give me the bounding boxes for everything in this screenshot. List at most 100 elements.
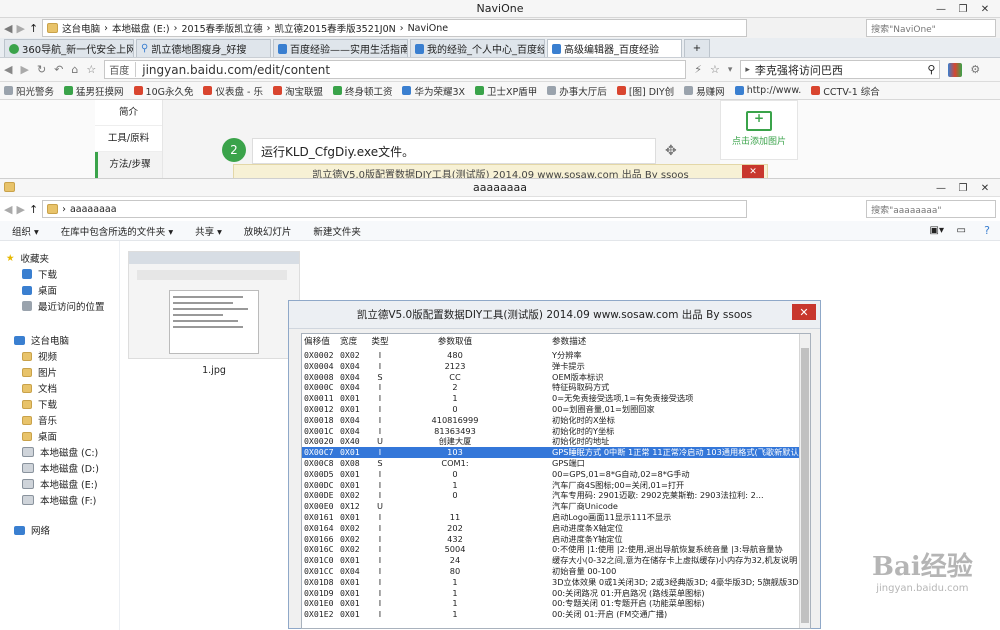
up-icon[interactable]: ↑ <box>29 22 38 35</box>
breadcrumb-4[interactable]: NaviOne <box>408 23 449 34</box>
table-row[interactable]: 0X0161 0X01 I 11 启动Logo画面11显示111不显示 <box>302 512 810 523</box>
back-icon[interactable]: ◀ <box>4 203 12 216</box>
new-folder-button[interactable]: 新建文件夹 <box>313 224 361 238</box>
bookmark-item[interactable]: 易赚网 <box>684 84 725 98</box>
nav-music[interactable]: 音乐 <box>0 412 119 428</box>
undo-icon[interactable]: ↶ <box>54 63 63 76</box>
background-dialog-close[interactable]: ✕ <box>742 165 764 179</box>
nav-drive-f[interactable]: 本地磁盘 (F:) <box>0 492 119 508</box>
table-row[interactable]: 0X01D9 0X01 I 1 00:关闭路况 01:开启路况 (路线菜单图标) <box>302 588 810 599</box>
table-row[interactable]: 0X0002 0X02 I 480 Y分辨率 <box>302 350 810 361</box>
dialog-close-button[interactable]: ✕ <box>792 304 816 320</box>
table-row[interactable]: 0X00C8 0X08 S COM1: GPS端口 <box>302 458 810 469</box>
nav-drive-c[interactable]: 本地磁盘 (C:) <box>0 444 119 460</box>
restore-button[interactable]: ❐ <box>952 180 974 196</box>
bookmark-item[interactable]: 淘宝联盟 <box>272 84 323 98</box>
table-row[interactable]: 0X0166 0X02 I 432 启动进度条Y轴定位 <box>302 534 810 545</box>
table-row[interactable]: 0X0164 0X02 I 202 启动进度条X轴定位 <box>302 523 810 534</box>
nav-drive-d[interactable]: 本地磁盘 (D:) <box>0 460 119 476</box>
favorites-icon[interactable]: ☆ <box>86 63 96 76</box>
preview-pane-icon[interactable]: ▭ <box>957 225 966 236</box>
tab-editor[interactable]: 高级编辑器_百度经验 <box>547 39 682 57</box>
breadcrumb-1[interactable]: 本地磁盘 (E:) <box>112 21 170 35</box>
vertical-scrollbar[interactable] <box>799 334 810 628</box>
home-icon[interactable]: ⌂ <box>71 63 78 76</box>
file-item[interactable]: 1.jpg <box>128 251 300 379</box>
tab-360[interactable]: 360导航_新一代安全上网导 <box>4 39 134 57</box>
bookmark-item[interactable]: 10G永久免 <box>133 84 193 98</box>
nav-documents[interactable]: 文档 <box>0 380 119 396</box>
close-button[interactable]: ✕ <box>974 1 996 17</box>
tab-baidu-jingyan[interactable]: 百度经验——实用生活指南 <box>273 39 408 57</box>
col-type[interactable]: 类型 <box>370 334 390 350</box>
step-text-input[interactable]: 运行KLD_CfgDiy.exe文件。 <box>252 138 656 164</box>
tab-haosou[interactable]: ⚲ 凯立德地图瘦身_好搜 <box>136 39 271 57</box>
nav-network[interactable]: 网络 <box>0 522 119 538</box>
back-icon[interactable]: ◀ <box>4 22 12 35</box>
scrollbar-thumb[interactable] <box>801 348 809 623</box>
nav-this-pc[interactable]: 这台电脑 <box>0 332 119 348</box>
nav-recent[interactable]: 最近访问的位置 <box>0 298 119 314</box>
breadcrumb-0[interactable]: 这台电脑 <box>62 21 100 35</box>
table-row[interactable]: 0X00D5 0X01 I 0 00=GPS,01=8*G自动,02=8*G手动 <box>302 469 810 480</box>
bookmark-item[interactable]: 办事大厅后 <box>547 84 607 98</box>
nav-downloads[interactable]: 下载 <box>0 266 119 282</box>
bookmark-item[interactable]: 猛男狂摸网 <box>64 84 124 98</box>
table-row[interactable]: 0X016C 0X02 I 5004 0:不使用 |1:使用 |2:使用,退出导航恢复系… <box>302 544 810 555</box>
help-icon[interactable]: ? <box>984 224 990 237</box>
bookmark-item[interactable]: CCTV-1 综合 <box>811 84 880 98</box>
lightning-icon[interactable]: ⚡ <box>694 63 702 76</box>
table-row[interactable]: 0X00C7 0X01 I 103 GPS睡眠方式 0中断 1正常 11正常冷启动 10… <box>302 447 810 458</box>
restore-button[interactable]: ❐ <box>952 1 974 17</box>
menu-tools[interactable]: 工具/原料 <box>95 126 162 152</box>
move-handle-icon[interactable]: ✥ <box>665 143 677 159</box>
table-row[interactable]: 0X00DE 0X02 I 0 汽车专用码: 2901迈歌: 2902克莱斯勒: 290… <box>302 490 810 501</box>
col-width[interactable]: 宽度 <box>340 334 370 350</box>
table-row[interactable]: 0X0012 0X01 I 0 00=划圈音量,01=划圈回家 <box>302 404 810 415</box>
col-value[interactable]: 参数取值 <box>390 334 520 350</box>
minimize-button[interactable]: — <box>930 180 952 196</box>
table-row[interactable]: 0X00DC 0X01 I 1 汽车厂商4S图标;00=关闭,01=打开 <box>302 480 810 491</box>
organize-menu[interactable]: 组织 ▾ <box>12 224 39 238</box>
bookmark-item[interactable]: 华为荣耀3X <box>402 84 465 98</box>
nav-desktop-pc[interactable]: 桌面 <box>0 428 119 444</box>
table-row[interactable]: 0X0011 0X01 I 1 0=无免责接受选项,1=有免责接受选项 <box>302 393 810 404</box>
bookmark-item[interactable]: [图] DIY创 <box>616 84 674 98</box>
close-button[interactable]: ✕ <box>974 180 996 196</box>
slideshow-button[interactable]: 放映幻灯片 <box>244 224 292 238</box>
table-row[interactable]: 0X01E2 0X01 I 1 00:关闭 01:开启 (FM交通广播) <box>302 609 810 620</box>
explorer-address-bar[interactable]: 这台电脑 › 本地磁盘 (E:) › 2015春季版凯立德 › 凯立德2015春季版3… <box>42 19 748 37</box>
table-row[interactable]: 0X0004 0X04 I 2123 弹卡提示 <box>302 361 810 372</box>
menu-intro[interactable]: 简介 <box>95 100 162 126</box>
table-row[interactable]: 0X01E0 0X01 I 1 00:专题关闭 01:专题开启 (功能菜单图标) <box>302 598 810 609</box>
table-row[interactable]: 0X00E0 0X12 U 汽车厂商Unicode <box>302 501 810 512</box>
explorer-search-input[interactable]: 搜索"aaaaaaaa" <box>866 200 996 218</box>
bookmark-item[interactable]: http://www. <box>734 85 801 96</box>
app-icon[interactable] <box>948 62 963 77</box>
table-row[interactable]: 0X001C 0X04 I 81363493 初始化时的Y坐标 <box>302 426 810 437</box>
forward-icon[interactable]: ▶ <box>16 22 24 35</box>
breadcrumb-3[interactable]: 凯立德2015春季版3521J0N <box>274 21 395 35</box>
table-row[interactable]: 0X0008 0X04 S CC OEM版本标识 <box>302 372 810 383</box>
bookmark-item[interactable]: 卫士XP盾甲 <box>475 84 537 98</box>
table-row[interactable]: 0X01D8 0X01 I 1 3D立体效果 0或1关闭3D; 2或3经典版3D; 4豪… <box>302 577 810 588</box>
nav-desktop[interactable]: 桌面 <box>0 282 119 298</box>
search-engine-icon[interactable]: ▸ <box>745 65 750 75</box>
forward-icon[interactable]: ▶ <box>20 63 28 76</box>
breadcrumb-2[interactable]: 2015春季版凯立德 <box>181 21 262 35</box>
tools-icon[interactable]: ⚙ <box>970 63 980 76</box>
web-search-input[interactable]: ▸ 李克强将访问巴西 ⚲ <box>740 60 941 79</box>
menu-steps[interactable]: 方法/步骤 <box>95 152 162 178</box>
table-row[interactable]: 0X000C 0X04 I 2 特征码取码方式 <box>302 382 810 393</box>
table-row[interactable]: 0X0018 0X04 I 410816999 初始化时的X坐标 <box>302 415 810 426</box>
bookmark-item[interactable]: 仪表盘 - 乐 <box>203 84 263 98</box>
add-image-button[interactable]: + 点击添加图片 <box>720 100 798 160</box>
table-row[interactable]: 0X01C0 0X01 I 24 缓存大小(0-32之间,意为在储存卡上虚拟缓存)小内存… <box>302 555 810 566</box>
share-menu[interactable]: 共享 ▾ <box>195 224 222 238</box>
search-icon[interactable]: ⚲ <box>927 63 935 76</box>
forward-icon[interactable]: ▶ <box>16 203 24 216</box>
view-options-icon[interactable]: ▣▾ <box>930 225 944 236</box>
bookmark-item[interactable]: 终身顿工资 <box>332 84 392 98</box>
star-icon[interactable]: ☆ <box>710 63 720 76</box>
table-row[interactable]: 0X0020 0X40 U 创建大厦 初始化时的地址 <box>302 436 810 447</box>
